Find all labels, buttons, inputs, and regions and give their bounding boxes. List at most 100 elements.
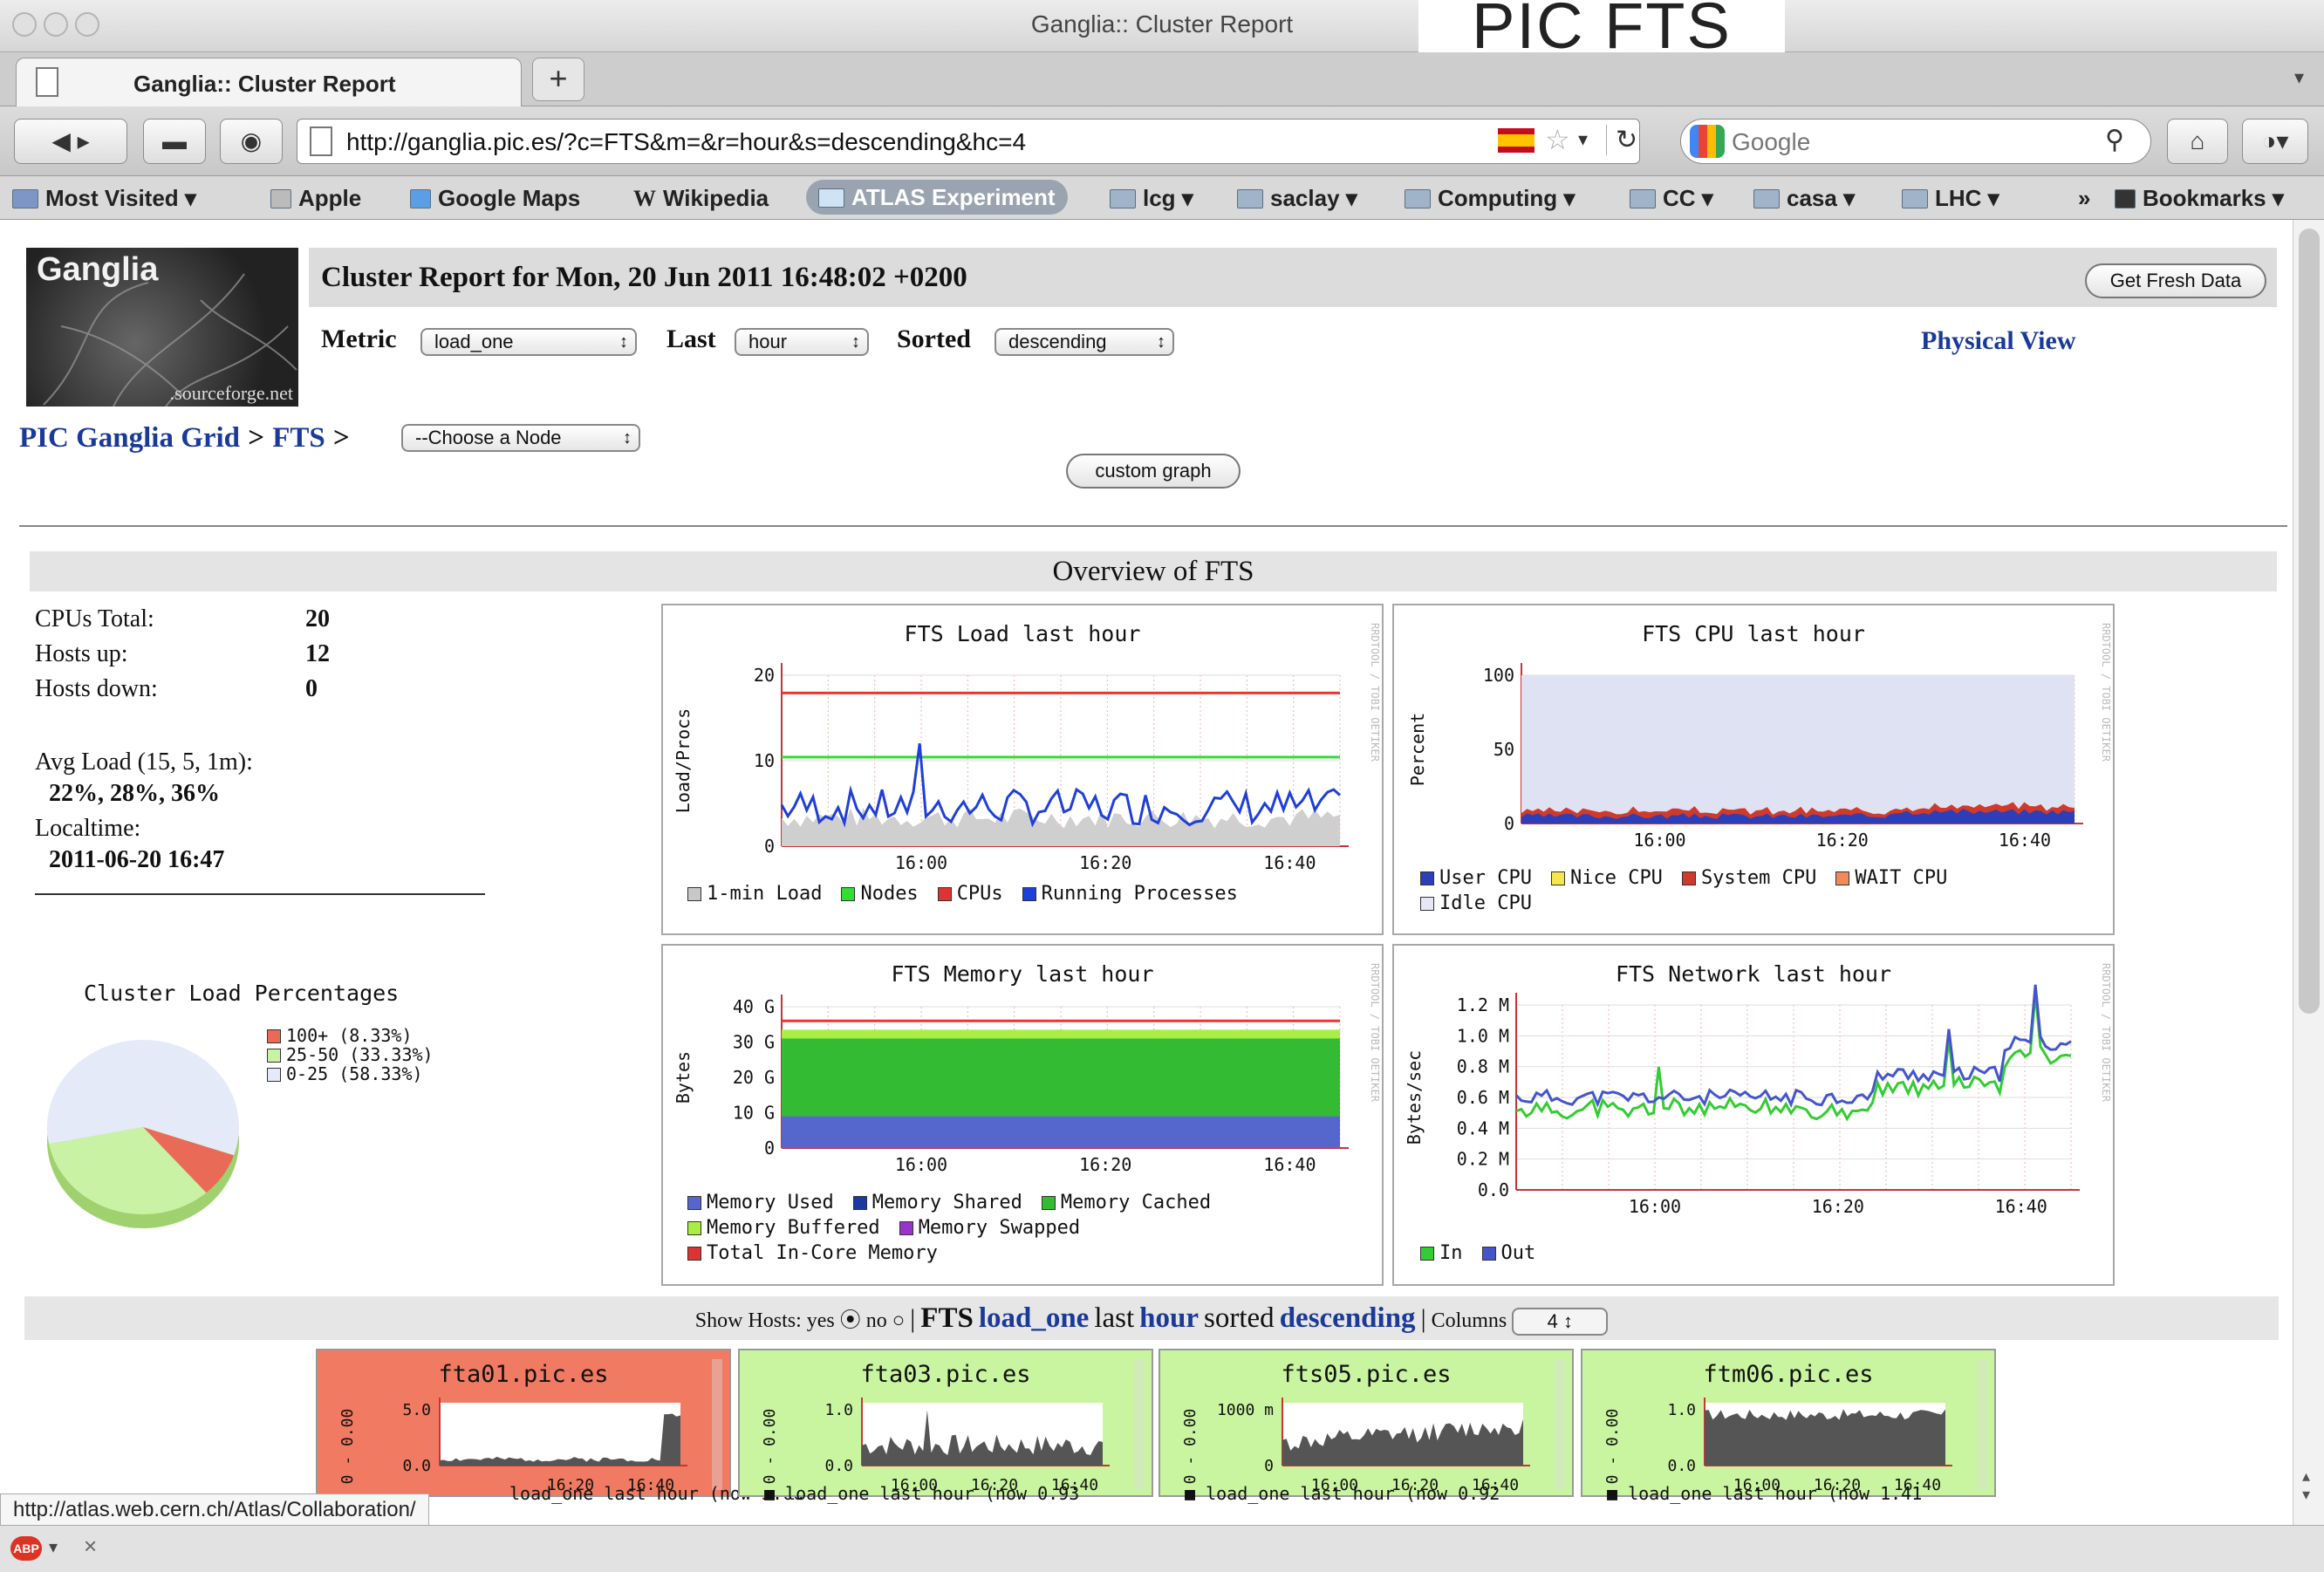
tab-bar: Ganglia:: Cluster Report + ▾ xyxy=(0,52,2324,106)
separator: | xyxy=(910,1304,916,1333)
y-tick-label: 1000 m xyxy=(1217,1401,1274,1419)
bookmark-label: » xyxy=(2078,185,2091,211)
columns-label: Columns xyxy=(1431,1309,1507,1332)
y-tick-label: 0.2 M xyxy=(1457,1149,1509,1170)
bookmark-folder-computing[interactable]: Computing ▾ xyxy=(1405,183,1575,213)
custom-graph-button[interactable]: custom graph xyxy=(1066,454,1241,489)
chevron-down-icon[interactable]: ▾ xyxy=(49,1536,58,1558)
y-axis-label: 0 - 0.00 xyxy=(1603,1409,1622,1485)
search-icon[interactable]: ⚲ xyxy=(2105,125,2124,155)
bookmark-folder-casa[interactable]: casa ▾ xyxy=(1753,183,1855,213)
bookmark-label: ATLAS Experiment xyxy=(851,184,1056,210)
star-icon[interactable]: ☆ xyxy=(1545,123,1570,156)
host-card[interactable]: fta01.pic.es 5.0 0.0 0 - 0.00 16:20 16:40 load… xyxy=(316,1349,803,1504)
bookmark-most-visited[interactable]: Most Visited ▾ xyxy=(12,183,196,213)
vertical-scrollbar[interactable]: ▴ ▾ xyxy=(2293,220,2324,1525)
page-content: Ganglia .sourceforge.net Cluster Report … xyxy=(0,220,2293,1525)
tab-cluster-report[interactable]: Ganglia:: Cluster Report xyxy=(16,58,522,106)
bookmarks-overflow-chevron[interactable]: » xyxy=(2078,183,2090,213)
y-tick-label: 1.0 xyxy=(1667,1401,1696,1419)
y-tick-label: 0 xyxy=(1264,1457,1274,1475)
window-titlebar: Ganglia:: Cluster Report xyxy=(0,0,2324,52)
legend-swatch xyxy=(1550,871,1565,885)
bookmark-label: casa ▾ xyxy=(1787,185,1856,211)
folder-icon xyxy=(1110,189,1136,208)
legend-label: Nice CPU xyxy=(1569,867,1663,889)
scroll-arrows-icon[interactable]: ▴ ▾ xyxy=(2302,1467,2310,1504)
url-bar[interactable]: http://ganglia.pic.es/?c=FTS&m=&r=hour&s… xyxy=(297,119,1640,164)
close-icon[interactable]: × xyxy=(84,1533,97,1560)
search-field[interactable]: Google ⚲ xyxy=(1680,119,2151,164)
metric-select[interactable]: load_one xyxy=(420,328,637,356)
bookmark-atlas-experiment[interactable]: ATLAS Experiment xyxy=(806,180,1068,215)
legend-item: Nodes xyxy=(841,883,919,905)
legend-item: Memory Shared xyxy=(852,1192,1022,1213)
cpu-graph[interactable]: FTS CPU last hour 100 50 0 16:00 16:20 16:40 P… xyxy=(1392,604,2115,935)
ganglia-logo[interactable]: Ganglia .sourceforge.net xyxy=(26,248,298,407)
hosts-range: hour xyxy=(1139,1302,1200,1334)
bookmark-folder-cc[interactable]: CC ▾ xyxy=(1630,183,1713,213)
bookmark-folder-lhc[interactable]: LHC ▾ xyxy=(1902,183,1999,213)
reload-icon[interactable]: ↻ xyxy=(1606,125,1637,155)
columns-select[interactable]: 4 ↕ xyxy=(1512,1308,1609,1336)
legend-item: Idle CPU xyxy=(1420,892,1532,914)
host-card[interactable]: ftm06.pic.es 1.0 0.0 0 - 0.00 16:00 16:20 16:4… xyxy=(1581,1349,1996,1504)
new-tab-button[interactable]: + xyxy=(532,58,584,101)
bookmark-wikipedia[interactable]: W Wikipedia xyxy=(633,183,769,213)
folder-icon xyxy=(1753,189,1780,208)
host-card[interactable]: fta03.pic.es 1.0 0.0 0 - 0.00 16:00 16:20 16:4… xyxy=(738,1349,1153,1504)
google-icon[interactable] xyxy=(1690,125,1725,158)
bookmark-google-maps[interactable]: Google Maps xyxy=(410,183,580,213)
range-select[interactable]: hour xyxy=(735,328,869,356)
breadcrumb-grid-link[interactable]: PIC Ganglia Grid xyxy=(19,422,240,454)
google-maps-icon xyxy=(410,189,431,208)
page-icon xyxy=(36,67,58,97)
x-tick-label: 16:20 xyxy=(1079,852,1131,873)
radio-no-icon[interactable]: ○ xyxy=(892,1309,906,1332)
network-graph[interactable]: FTS Network last hour 1.2 M 1.0 M 0.8 M 0.6… xyxy=(1392,944,2115,1286)
pie-title: Cluster Load Percentages xyxy=(84,981,400,1006)
sort-select[interactable]: descending xyxy=(995,328,1174,356)
node-select[interactable]: --Choose a Node xyxy=(401,424,640,452)
legend-swatch xyxy=(1835,871,1850,885)
bookmarks-menu[interactable]: Bookmarks ▾ xyxy=(2115,183,2284,213)
tab-list-icon[interactable]: ▾ xyxy=(2294,66,2304,89)
y-tick-label: 50 xyxy=(1494,739,1514,760)
legend-label: Nodes xyxy=(860,883,919,905)
x-tick-label: 16:40 xyxy=(1263,852,1316,873)
memory-graph[interactable]: FTS Memory last hour 40 G 30 G 20 G 10 G 0 16… xyxy=(661,944,1384,1286)
host-card[interactable]: fts05.pic.es 1000 m00 - 0.00 16:00 16:20 16:… xyxy=(1159,1349,1574,1504)
radio-yes-icon[interactable]: ⦿ xyxy=(840,1309,861,1332)
x-tick-label: 16:00 xyxy=(1629,1196,1681,1217)
breadcrumb-cluster-link[interactable]: FTS xyxy=(272,422,325,454)
y-tick-label: 10 G xyxy=(733,1103,775,1124)
scroll-thumb[interactable] xyxy=(2299,229,2320,1014)
bookmark-apple[interactable]: Apple xyxy=(270,183,361,213)
x-tick-label: 16:40 xyxy=(1995,1196,2047,1217)
back-forward-button[interactable]: ◀ ▸ xyxy=(14,119,127,164)
chevron-down-icon[interactable]: ▾ xyxy=(1578,128,1588,151)
sidebar-icon[interactable]: ▬ xyxy=(143,119,206,164)
legend-row: Total In-Core Memory xyxy=(687,1242,1230,1264)
cpus-total-value: 20 xyxy=(305,605,330,632)
y-axis-label: Load/Procs xyxy=(673,708,694,813)
load-graph[interactable]: FTS Load last hour 20 10 0 16:00 16:20 16:40 L… xyxy=(661,604,1384,935)
adblock-icon[interactable]: ABP xyxy=(10,1536,42,1561)
bookmarks-toolbar: Most Visited ▾ Apple Google Maps W Wikipe… xyxy=(0,176,2324,220)
get-fresh-data-button[interactable]: Get Fresh Data xyxy=(2085,263,2266,298)
breadcrumb-separator: > xyxy=(248,422,265,454)
bookmark-folder-saclay[interactable]: saclay ▾ xyxy=(1237,183,1357,213)
addon-icon[interactable]: ◑▾ xyxy=(2242,119,2308,164)
y-tick-label: 0 xyxy=(1504,813,1514,834)
home-icon[interactable]: ⌂ xyxy=(2167,119,2228,164)
avg-load-label: Avg Load (15, 5, 1m): xyxy=(35,748,253,776)
bookmark-label: Apple xyxy=(298,185,362,211)
physical-view-link[interactable]: Physical View xyxy=(1921,326,2076,356)
bubble-icon[interactable]: ◉ xyxy=(220,119,283,164)
divider xyxy=(19,525,2287,527)
y-axis-label: Percent xyxy=(1407,713,1428,786)
graph-legend: Memory Used Memory Shared Memory Cached Mem… xyxy=(687,1192,1230,1268)
bookmark-folder-lcg[interactable]: lcg ▾ xyxy=(1110,183,1193,213)
legend-label: Memory Buffered xyxy=(707,1217,880,1239)
rrdtool-credit-bar xyxy=(1977,1359,1987,1490)
